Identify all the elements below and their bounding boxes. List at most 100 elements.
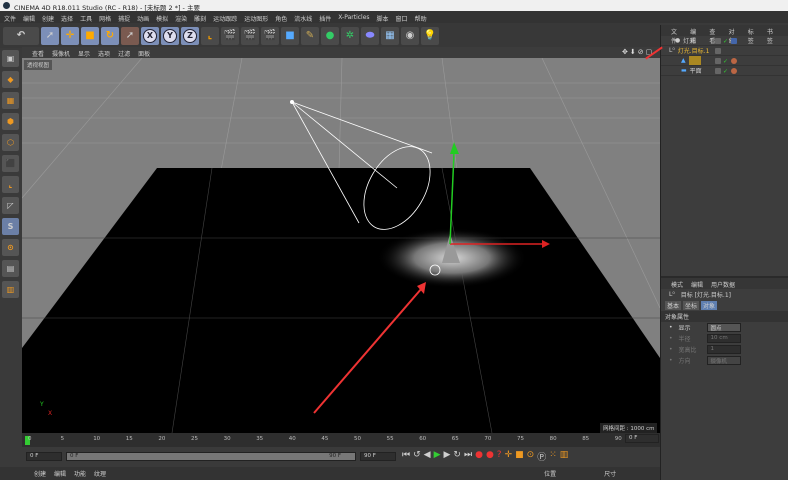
orbit-icon[interactable]: ⊘ [638,48,644,56]
object-row[interactable]: ▲ 圆锥 ✓ [661,56,788,66]
rotation-key-icon[interactable]: ⊙ [527,450,535,463]
am-menu-item[interactable]: 用户数据 [711,280,735,289]
aspect-field[interactable]: 1 [706,345,741,354]
position-key-icon[interactable]: ✛ [505,450,513,463]
tab-object[interactable]: 对象 [701,301,718,310]
viewport-menu-item[interactable]: 显示 [78,49,90,58]
menu-item[interactable]: 流水线 [294,14,312,23]
menu-item[interactable]: 选择 [61,14,73,23]
render-picture-viewer-icon[interactable]: 🎬 [241,26,259,45]
tab-coord[interactable]: 坐标 [683,301,700,310]
keyframe-selection-icon[interactable]: ? [497,450,502,463]
scale-key-icon[interactable]: ■ [515,450,524,463]
light-icon[interactable]: 💡 [421,26,439,45]
viewport-menu-item[interactable]: 面板 [138,49,150,58]
orientation-dropdown[interactable]: 摄像机 [706,356,741,365]
parameter-key-icon[interactable]: Ⓟ [537,450,546,463]
material-menu-item[interactable]: 创建 [34,469,46,478]
play-icon[interactable]: ▶ [434,450,441,463]
material-menu-item[interactable]: 编辑 [54,469,66,478]
dolly-icon[interactable]: ⬇ [630,48,636,56]
pan-icon[interactable]: ✥ [622,48,628,56]
make-editable-icon[interactable]: ▣ [2,50,19,67]
grid-icon[interactable]: ▤ [2,260,19,277]
object-row[interactable]: ● 灯光 ✓ [661,36,788,46]
start-frame-field[interactable]: 0 F [26,452,62,461]
am-menu-item[interactable]: 模式 [671,280,683,289]
menu-item[interactable]: X-Particles [338,14,369,21]
scale-tool-icon[interactable]: ■ [81,26,99,45]
material-tag-icon[interactable] [731,57,737,64]
point-level-icon[interactable]: ⁙ [549,450,557,463]
material-menu-item[interactable]: 纹理 [94,469,106,478]
om-menu-item[interactable]: 编辑 [690,27,701,45]
rotate-tool-icon[interactable]: ↻ [101,26,119,45]
texture-mode-icon[interactable]: ▦ [2,92,19,109]
menu-item[interactable]: 角色 [275,14,287,23]
menu-item[interactable]: 运动跟踪 [213,14,237,23]
menu-item[interactable]: 网格 [99,14,111,23]
pen-icon[interactable]: ✎ [301,26,319,45]
object-row[interactable]: ▬ 平面 ✓ [661,66,788,76]
material-tag-icon[interactable] [731,67,737,74]
undo-icon[interactable]: ↶ [3,26,39,45]
coordinate-system-icon[interactable]: ⌞ [201,26,219,45]
next-frame-icon[interactable]: ▶ [444,450,451,463]
radius-field[interactable]: 10 cm [706,334,741,343]
menu-item[interactable]: 模拟 [156,14,168,23]
frame-range-slider[interactable]: 0 F 90 F [66,452,356,461]
cube-icon[interactable]: ■ [281,26,299,45]
current-frame-field[interactable]: 0 F [625,434,659,443]
viewport-menu-item[interactable]: 摄像机 [52,49,70,58]
tab-basic[interactable]: 基本 [665,301,682,310]
end-frame-field[interactable]: 90 F [360,452,396,461]
menu-item[interactable]: 窗口 [396,14,408,23]
x-axis-button[interactable]: X [141,26,159,45]
menu-item[interactable]: 捕捉 [118,14,130,23]
timeline-ruler[interactable]: 0 5 10 15 20 25 30 35 40 45 50 55 60 65 70 75 80 85 90 [22,433,660,447]
y-axis-button[interactable]: Y [161,26,179,45]
om-menu-item[interactable]: 查看 [709,27,720,45]
model-mode-icon[interactable]: ◆ [2,71,19,88]
menu-item[interactable]: 渲染 [175,14,187,23]
goto-start-icon[interactable]: ⏮ [402,450,410,463]
points-mode-icon[interactable]: ⬢ [2,113,19,130]
viewport-menu-item[interactable]: 过滤 [118,49,130,58]
menu-item[interactable]: 创建 [42,14,54,23]
plane-object[interactable] [22,168,660,433]
snap-icon[interactable]: S [2,218,19,235]
select-tool-icon[interactable]: ➚ [41,26,59,45]
menu-item[interactable]: 插件 [319,14,331,23]
material-menu-item[interactable]: 功能 [74,469,86,478]
render-view-icon[interactable]: 🎬 [221,26,239,45]
goto-end-icon[interactable]: ⏭ [464,450,472,463]
display-dropdown[interactable]: 圆点 [706,323,741,332]
array-icon[interactable]: ✲ [341,26,359,45]
menu-item[interactable]: 文件 [4,14,16,23]
z-axis-button[interactable]: Z [181,26,199,45]
object-row[interactable]: L⁰ 灯光.目标.1 [661,46,788,56]
om-menu-item[interactable]: 文件 [671,27,682,45]
om-menu-item[interactable]: 标签 [748,27,759,45]
menu-item[interactable]: 运动图形 [244,14,268,23]
move-tool-icon[interactable]: ✛ [61,26,79,45]
menu-item[interactable]: 工具 [80,14,92,23]
axis-mode-icon[interactable]: ⌞ [2,176,19,193]
floor-icon[interactable]: ▦ [381,26,399,45]
edges-mode-icon[interactable]: ⬡ [2,134,19,151]
viewport[interactable]: YX [22,58,660,433]
autokey-icon[interactable]: ● [486,450,494,463]
menu-item[interactable]: 雕刻 [194,14,206,23]
workplane-icon[interactable]: ⊙ [2,239,19,256]
om-menu-item[interactable]: 书签 [767,27,778,45]
camera-icon[interactable]: ◉ [401,26,419,45]
record-icon[interactable]: ● [475,450,483,463]
viewport-menu-item[interactable]: 选项 [98,49,110,58]
render-settings-icon[interactable]: 🎬 [261,26,279,45]
deformer-icon[interactable]: ⬬ [361,26,379,45]
tweak-icon[interactable]: ◸ [2,197,19,214]
menu-item[interactable]: 脚本 [377,14,389,23]
subdivision-icon[interactable]: ● [321,26,339,45]
timeline-window-icon[interactable]: ▥ [560,450,569,463]
prev-frame-icon[interactable]: ◀ [424,450,431,463]
